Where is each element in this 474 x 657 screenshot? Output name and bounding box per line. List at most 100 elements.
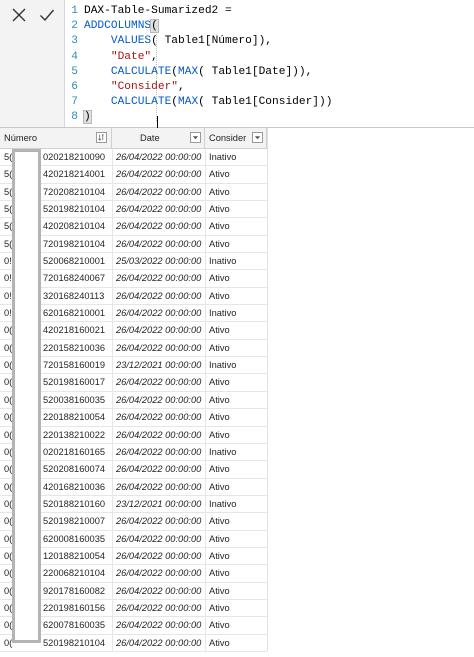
line-number: 3 [71,35,78,48]
numero-cell: 520068210001 [43,256,106,267]
date-cell: 26/04/2022 00:00:00 [112,374,205,391]
sort-descending-icon[interactable] [96,132,107,143]
numero-cell: 720158160019 [43,360,106,371]
code-text: ) [83,110,92,125]
numero-cell: 720198210104 [43,238,106,249]
numero-cell: 620168210001 [43,308,106,319]
column-header-date[interactable]: Date [112,128,205,148]
consider-cell: Ativo [205,617,267,634]
date-cell: 23/12/2021 00:00:00 [112,495,205,513]
line-number: 7 [71,96,78,109]
numero-cell: 520198210104 [43,637,106,648]
consider-cell: Ativo [205,287,267,305]
table-header: Número Date Consider [0,128,267,149]
consider-cell: Ativo [205,513,267,530]
code-token: DAX-Table-Sumarized2 = [84,5,239,17]
date-cell: 26/04/2022 00:00:00 [112,599,205,617]
date-cell: 26/04/2022 00:00:00 [112,478,205,495]
consider-cell: Ativo [205,201,267,218]
column-header-consider[interactable]: Consider [205,128,267,148]
consider-cell: Ativo [205,183,267,201]
numero-cell: 520208160074 [43,464,106,475]
numero-cell: 220158210036 [43,342,106,353]
close-icon [12,8,26,22]
code-line: 4 "Date", [66,50,470,65]
date-cell: 26/04/2022 00:00:00 [112,287,205,305]
code-token: MAX [178,65,199,78]
consider-cell: Ativo [205,565,267,582]
consider-cell: Ativo [205,530,267,547]
date-cell: 26/04/2022 00:00:00 [112,391,205,409]
date-cell: 26/04/2022 00:00:00 [112,322,205,339]
date-cell: 26/04/2022 00:00:00 [112,149,205,166]
line-number: 2 [71,20,78,33]
date-cell: 26/04/2022 00:00:00 [112,634,205,651]
consider-cell: Ativo [205,582,267,599]
date-cell: 26/04/2022 00:00:00 [112,426,205,443]
code-token: ( Table1[Date])), [198,65,313,78]
consider-cell: Ativo [205,426,267,443]
formula-bar-buttons [0,0,65,127]
code-token: ( Table1[Consider])) [198,96,333,109]
numero-cell: 520198210104 [43,204,106,215]
consider-cell: Ativo [205,461,267,478]
consider-cell: Inativo [205,357,267,374]
consider-cell: Ativo [205,235,267,253]
code-token: , [178,80,185,93]
date-cell: 26/04/2022 00:00:00 [112,183,205,201]
date-cell: 26/04/2022 00:00:00 [112,409,205,426]
date-cell: 26/04/2022 00:00:00 [112,218,205,235]
code-text: DAX-Table-Sumarized2 = [84,4,238,19]
consider-cell: Ativo [205,322,267,339]
numero-cell: 420168210036 [43,481,106,492]
date-cell: 26/04/2022 00:00:00 [112,339,205,357]
consider-cell: Inativo [205,495,267,513]
cancel-formula-button[interactable] [6,4,32,26]
code-token: "Consider" [110,80,178,93]
code-text: ADDCOLUMNS( [84,19,159,34]
consider-cell: Ativo [205,547,267,565]
code-token: ADDCOLUMNS [84,20,152,33]
checkmark-icon [40,9,55,22]
column-header-numero[interactable]: Número [0,128,112,148]
dax-formula-editor[interactable]: 1 DAX-Table-Sumarized2 = 2 ADDCOLUMNS(3 VA… [66,4,470,129]
numero-cell: 520188210160 [43,498,106,509]
code-text: CALCULATE(MAX( Table1[Consider])) [84,95,333,110]
code-token: , [151,50,158,63]
code-line: 8) [66,110,470,125]
commit-formula-button[interactable] [34,4,60,26]
line-number: 1 [71,5,78,17]
date-cell: 26/04/2022 00:00:00 [112,547,205,565]
code-line: 2 ADDCOLUMNS( [66,19,470,34]
consider-cell: Inativo [205,305,267,322]
code-text: CALCULATE(MAX( Table1[Date])), [84,65,312,80]
code-text: VALUES( Table1[Número]), [84,34,272,49]
numero-cell: 220068210104 [43,568,106,579]
line-number: 8 [71,111,78,124]
code-line: 3 VALUES( Table1[Número]), [66,34,470,49]
code-line: 1 DAX-Table-Sumarized2 = [66,4,470,19]
code-token: ( [150,19,159,34]
code-line: 5 CALCULATE(MAX( Table1[Date])), [66,65,470,80]
consider-cell: Inativo [205,149,267,166]
redaction-box [12,149,41,643]
consider-cell: Ativo [205,166,267,183]
code-token: "Date" [110,50,152,63]
dropdown-icon[interactable] [252,132,263,143]
table-edge-divider [267,128,268,651]
numero-cell: 520198210007 [43,516,106,527]
code-token: ) [83,110,92,125]
column-header-label: Consider [209,133,247,143]
numero-cell: 320168240113 [43,290,105,301]
consider-cell: Ativo [205,634,267,651]
formula-bar: 1 DAX-Table-Sumarized2 = 2 ADDCOLUMNS(3 VA… [0,0,474,129]
numero-cell: 720208210104 [43,186,106,197]
date-cell: 26/04/2022 00:00:00 [112,443,205,461]
numero-cell: 520198160017 [43,377,106,388]
consider-cell: Ativo [205,218,267,235]
code-token: ( [171,96,179,109]
dropdown-icon[interactable] [190,132,201,143]
